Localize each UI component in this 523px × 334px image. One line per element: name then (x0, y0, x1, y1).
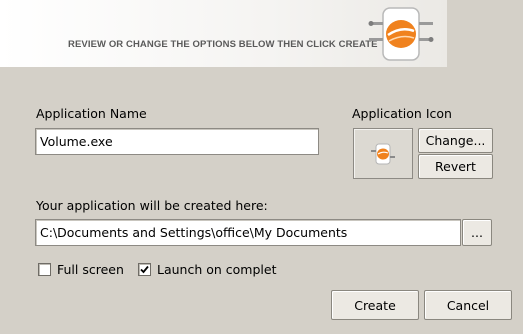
app-name-input[interactable]: Volume.exe (35, 128, 319, 155)
create-button[interactable]: Create (331, 290, 419, 320)
app-name-label: Application Name (36, 106, 147, 121)
launch-checkbox[interactable] (138, 263, 151, 276)
banner-strip (447, 0, 523, 67)
change-icon-button[interactable]: Change... (418, 128, 493, 153)
app-preview-icon (371, 143, 395, 164)
location-label: Your application will be created here: (36, 198, 268, 213)
app-logo-icon (366, 4, 436, 64)
banner-instruction: REVIEW OR CHANGE THE OPTIONS BELOW THEN … (68, 39, 378, 50)
checkmark-icon (140, 265, 149, 274)
app-icon-label: Application Icon (352, 106, 452, 121)
header-banner: REVIEW OR CHANGE THE OPTIONS BELOW THEN … (0, 0, 447, 67)
app-icon-preview (353, 128, 413, 179)
revert-icon-button[interactable]: Revert (418, 154, 493, 179)
cancel-button[interactable]: Cancel (424, 290, 512, 320)
location-input[interactable]: C:\Documents and Settings\office\My Docu… (35, 219, 461, 246)
fullscreen-label: Full screen (57, 262, 124, 277)
browse-button[interactable]: ... (462, 219, 492, 246)
fullscreen-checkbox[interactable] (38, 263, 51, 276)
launch-label: Launch on completion (157, 262, 277, 277)
